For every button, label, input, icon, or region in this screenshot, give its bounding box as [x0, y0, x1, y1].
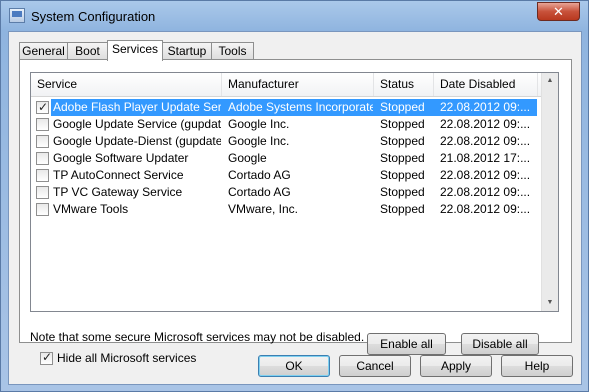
service-enabled-checkbox[interactable] [36, 186, 49, 199]
window-title: System Configuration [31, 9, 156, 24]
system-configuration-window: System Configuration ✕ General Boot Serv… [0, 0, 589, 392]
ok-button[interactable]: OK [258, 355, 330, 377]
services-list[interactable]: Service Manufacturer Status Date Disable… [30, 72, 559, 312]
disable-all-button[interactable]: Disable all [461, 333, 539, 355]
table-row[interactable]: VMware Tools VMware, Inc. Stopped 22.08.201… [31, 201, 540, 218]
service-name-cell: TP VC Gateway Service [53, 185, 183, 199]
date-disabled-cell: 22.08.2012 09:... [440, 134, 531, 148]
close-button[interactable]: ✕ [537, 2, 580, 21]
service-enabled-checkbox[interactable] [36, 135, 49, 148]
vertical-scrollbar[interactable]: ▲ ▼ [541, 73, 558, 311]
hide-ms-services-label: Hide all Microsoft services [57, 351, 197, 365]
column-header-manufacturer[interactable]: Manufacturer [222, 73, 374, 96]
title-bar[interactable]: System Configuration ✕ [1, 1, 588, 31]
column-header-status[interactable]: Status [374, 73, 434, 96]
status-cell: Stopped [380, 202, 425, 216]
manufacturer-cell: Cortado AG [228, 185, 291, 199]
table-row[interactable]: Google Update-Dienst (gupdatem) Google In… [31, 133, 540, 150]
enable-all-button[interactable]: Enable all [367, 333, 446, 355]
service-enabled-checkbox[interactable] [36, 203, 49, 216]
service-name-cell: Adobe Flash Player Update Service [53, 100, 221, 114]
service-enabled-checkbox[interactable] [36, 169, 49, 182]
manufacturer-cell: Google Inc. [228, 134, 290, 148]
status-cell: Stopped [380, 117, 425, 131]
service-name-cell: TP AutoConnect Service [53, 168, 184, 182]
tab-general[interactable]: General [19, 42, 68, 60]
list-header: Service Manufacturer Status Date Disable… [31, 73, 558, 97]
manufacturer-cell: VMware, Inc. [228, 202, 299, 216]
status-cell: Stopped [380, 151, 425, 165]
tab-boot[interactable]: Boot [67, 42, 108, 60]
scroll-down-arrow-icon[interactable]: ▼ [543, 295, 557, 311]
date-disabled-cell: 21.08.2012 17:... [440, 151, 531, 165]
column-header-service[interactable]: Service [31, 73, 222, 96]
table-row[interactable]: Google Update Service (gupdate) Google In… [31, 116, 540, 133]
tab-tools[interactable]: Tools [211, 42, 254, 60]
services-panel: Service Manufacturer Status Date Disable… [19, 59, 572, 365]
service-enabled-checkbox[interactable] [36, 118, 49, 131]
date-disabled-cell: 22.08.2012 09:... [440, 168, 531, 182]
scroll-up-arrow-icon[interactable]: ▲ [543, 73, 557, 89]
date-disabled-cell: 22.08.2012 09:... [440, 117, 531, 131]
date-disabled-cell: 22.08.2012 09:... [440, 185, 531, 199]
service-name-cell: Google Update Service (gupdate) [53, 117, 221, 131]
service-enabled-checkbox[interactable] [36, 99, 49, 116]
table-row[interactable]: Google Software Updater Google Stopped 21.0… [31, 150, 540, 167]
tab-startup[interactable]: Startup [162, 42, 212, 60]
date-disabled-cell: 22.08.2012 09:... [440, 100, 531, 114]
manufacturer-cell: Adobe Systems Incorporated [228, 100, 373, 114]
status-cell: Stopped [380, 185, 425, 199]
note-text: Note that some secure Microsoft services… [30, 330, 365, 344]
date-disabled-cell: 22.08.2012 09:... [440, 202, 531, 216]
service-name-cell: VMware Tools [53, 202, 129, 216]
table-row[interactable]: Adobe Flash Player Update Service Adobe S… [31, 99, 540, 116]
status-cell: Stopped [380, 168, 425, 182]
column-header-date-disabled[interactable]: Date Disabled [434, 73, 538, 96]
table-row[interactable]: TP AutoConnect Service Cortado AG Stopped 2… [31, 167, 540, 184]
cancel-button[interactable]: Cancel [339, 355, 411, 377]
dialog-client-area: General Boot Services Startup Tools Serv… [8, 31, 582, 385]
manufacturer-cell: Google Inc. [228, 117, 290, 131]
apply-button[interactable]: Apply [420, 355, 492, 377]
table-row[interactable]: TP VC Gateway Service Cortado AG Stopped 22… [31, 184, 540, 201]
tab-services[interactable]: Services [107, 40, 163, 61]
help-button[interactable]: Help [501, 355, 573, 377]
service-name-cell: Google Software Updater [53, 151, 189, 165]
service-name-cell: Google Update-Dienst (gupdatem) [53, 134, 221, 148]
manufacturer-cell: Google [228, 151, 267, 165]
status-cell: Stopped [380, 134, 425, 148]
service-enabled-checkbox[interactable] [36, 152, 49, 165]
hide-ms-services-checkbox[interactable] [40, 350, 53, 365]
msconfig-app-icon [9, 8, 25, 23]
status-cell: Stopped [380, 100, 425, 114]
manufacturer-cell: Cortado AG [228, 168, 291, 182]
